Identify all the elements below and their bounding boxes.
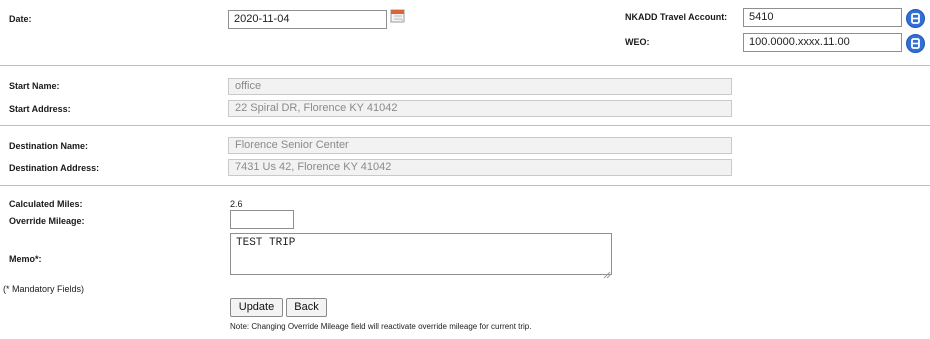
mandatory-fields-note: (* Mandatory Fields) xyxy=(3,284,85,294)
lookup-icon[interactable] xyxy=(906,34,925,53)
section-divider xyxy=(0,185,930,186)
destination-address-field: 7431 Us 42, Florence KY 41042 xyxy=(228,159,732,176)
travel-account-label: NKADD Travel Account: xyxy=(625,12,728,22)
date-field[interactable]: 2020-11-04 xyxy=(228,10,387,29)
destination-address-label: Destination Address: xyxy=(9,163,100,173)
calculated-miles-value: 2.6 xyxy=(230,199,243,209)
destination-name-label: Destination Name: xyxy=(9,141,89,151)
resize-handle-icon[interactable] xyxy=(603,266,611,279)
start-address-label: Start Address: xyxy=(9,104,71,114)
weo-field[interactable]: 100.0000.xxxx.11.00 xyxy=(743,33,902,52)
travel-account-field[interactable]: 5410 xyxy=(743,8,902,27)
memo-textarea[interactable]: TEST TRIP xyxy=(230,233,612,275)
weo-label: WEO: xyxy=(625,37,650,47)
back-button[interactable]: Back xyxy=(286,298,327,317)
date-label: Date: xyxy=(9,14,32,24)
override-mileage-note: Note: Changing Override Mileage field wi… xyxy=(230,322,532,331)
start-address-field: 22 Spiral DR, Florence KY 41042 xyxy=(228,100,732,117)
destination-name-field: Florence Senior Center xyxy=(228,137,732,154)
start-name-field: office xyxy=(228,78,732,95)
override-mileage-label: Override Mileage: xyxy=(9,216,85,226)
override-mileage-input[interactable] xyxy=(230,210,294,229)
calculated-miles-label: Calculated Miles: xyxy=(9,199,83,209)
lookup-icon[interactable] xyxy=(906,9,925,28)
calendar-icon[interactable] xyxy=(390,7,406,23)
section-divider xyxy=(0,65,930,66)
section-divider xyxy=(0,125,930,126)
memo-label: Memo*: xyxy=(9,254,42,264)
start-name-label: Start Name: xyxy=(9,81,60,91)
update-button[interactable]: Update xyxy=(230,298,283,317)
